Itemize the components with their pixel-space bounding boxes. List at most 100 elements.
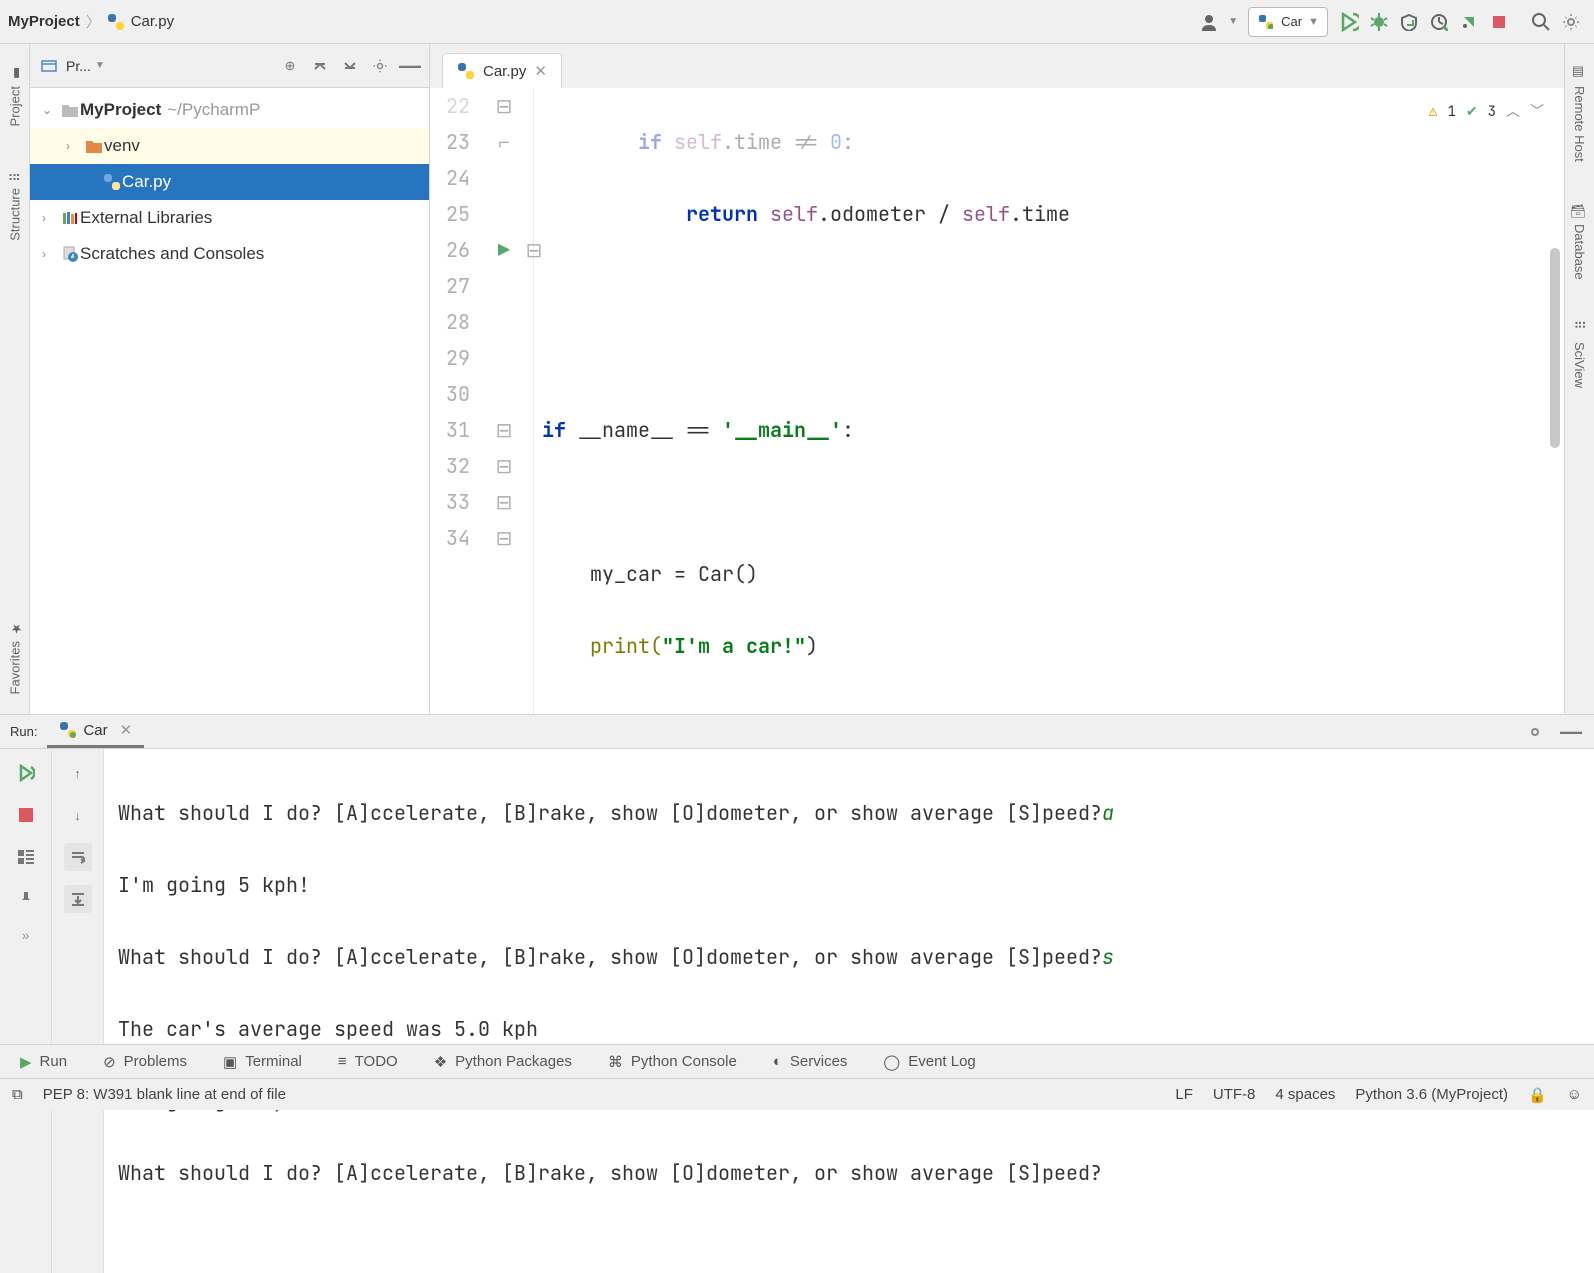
- tree-venv[interactable]: › venv: [30, 128, 429, 164]
- soft-wrap-icon[interactable]: [64, 843, 92, 871]
- fold-icon[interactable]: ⊟: [484, 412, 524, 448]
- chevron-right-icon[interactable]: ›: [42, 247, 60, 261]
- interpreter[interactable]: Python 3.6 (MyProject): [1355, 1086, 1508, 1103]
- chevron-down-icon[interactable]: ⌄: [42, 103, 60, 117]
- tree-file-car[interactable]: Car.py: [30, 164, 429, 200]
- chevron-down-icon[interactable]: ▼: [95, 60, 105, 71]
- python-icon: ⌘: [608, 1053, 623, 1071]
- run-tab-button[interactable]: ▶Run: [20, 1053, 67, 1071]
- gear-icon[interactable]: [1522, 719, 1548, 745]
- hector-icon[interactable]: ☺: [1567, 1086, 1582, 1103]
- tool-windows-icon[interactable]: ⧉: [12, 1086, 23, 1103]
- search-icon[interactable]: [1526, 7, 1556, 37]
- fold-icon[interactable]: ⊟: [484, 520, 524, 556]
- python-packages-tab-button[interactable]: ❖Python Packages: [434, 1053, 572, 1071]
- tree-scratches[interactable]: › Scratches and Consoles: [30, 236, 429, 272]
- warning-count: 1: [1447, 94, 1455, 130]
- debug-button[interactable]: [1364, 7, 1394, 37]
- fold-icon[interactable]: ⊟: [484, 88, 524, 124]
- close-icon[interactable]: ✕: [120, 721, 133, 739]
- breadcrumb[interactable]: MyProject 〉 Car.py: [8, 11, 174, 32]
- chevron-right-icon[interactable]: ›: [66, 139, 84, 153]
- line-number: 32: [430, 448, 470, 484]
- layout-icon[interactable]: [12, 843, 40, 871]
- fold-icon[interactable]: ⊟: [514, 232, 554, 268]
- close-icon[interactable]: ✕: [534, 62, 547, 80]
- tree-external-libraries[interactable]: › External Libraries: [30, 200, 429, 236]
- project-tool-tab[interactable]: Project▮: [7, 64, 23, 126]
- tree-project-root[interactable]: ⌄ MyProject ~/PycharmP: [30, 92, 429, 128]
- expand-all-icon[interactable]: [307, 53, 333, 79]
- code-content[interactable]: if self.time != 0: return self.odometer …: [534, 88, 1564, 714]
- python-file-icon: [107, 13, 125, 31]
- prev-highlight-icon[interactable]: ︿: [1506, 94, 1520, 130]
- locate-icon[interactable]: ⊕: [277, 53, 303, 79]
- sciview-tool-tab[interactable]: ⠿SciView: [1572, 320, 1588, 388]
- problems-tab-button[interactable]: ⊘Problems: [103, 1053, 187, 1071]
- next-highlight-icon[interactable]: ﹀: [1530, 94, 1544, 130]
- settings-icon[interactable]: [1556, 7, 1586, 37]
- play-icon: ▶: [20, 1053, 32, 1071]
- dropdown-arrow-icon[interactable]: ▼: [1224, 7, 1242, 37]
- line-separator[interactable]: LF: [1175, 1086, 1193, 1103]
- structure-tool-tab[interactable]: Structure⠿: [7, 166, 23, 241]
- event-log-tab-button[interactable]: ◯Event Log: [883, 1053, 975, 1071]
- remote-host-tool-tab[interactable]: ▤Remote Host: [1572, 64, 1588, 162]
- favorites-tool-tab[interactable]: Favorites★: [7, 619, 23, 694]
- line-number-gutter[interactable]: 22 23 24 25 26 27 28 29 30 31 32 33 34: [430, 88, 478, 714]
- run-panel-header: Run: Car ✕ —: [0, 715, 1594, 749]
- indent-setting[interactable]: 4 spaces: [1275, 1086, 1335, 1103]
- console-output[interactable]: What should I do? [A]ccelerate, [B]rake,…: [104, 749, 1594, 1273]
- run-tool-window: Run: Car ✕ — » ↑ ↓ What should I do? [A]…: [0, 714, 1594, 1044]
- database-tool-tab[interactable]: 🗃Database: [1572, 202, 1588, 280]
- editor-tab[interactable]: Car.py ✕: [442, 53, 562, 88]
- star-icon: ★: [7, 619, 23, 635]
- collapse-all-icon[interactable]: [337, 53, 363, 79]
- down-arrow-icon[interactable]: ↓: [64, 801, 92, 829]
- coverage-button[interactable]: [1394, 7, 1424, 37]
- folder-icon: ▮: [7, 64, 23, 80]
- pin-icon[interactable]: [12, 885, 40, 913]
- more-icon[interactable]: »: [22, 927, 30, 943]
- run-button[interactable]: [1334, 7, 1364, 37]
- status-message[interactable]: PEP 8: W391 blank line at end of file: [43, 1086, 286, 1103]
- folder-icon: [60, 103, 80, 117]
- inspection-widget[interactable]: ⚠1 ✔3 ︿ ﹀: [1429, 94, 1544, 130]
- line-number: 27: [430, 268, 470, 304]
- services-tab-button[interactable]: ◐Services: [773, 1053, 848, 1070]
- services-icon: ◐: [773, 1053, 782, 1070]
- stop-run-button[interactable]: [12, 801, 40, 829]
- hide-icon[interactable]: —: [397, 53, 423, 79]
- breadcrumb-project[interactable]: MyProject: [8, 13, 80, 30]
- up-arrow-icon[interactable]: ↑: [64, 759, 92, 787]
- terminal-tab-button[interactable]: ▣Terminal: [223, 1053, 302, 1071]
- project-tree[interactable]: ⌄ MyProject ~/PycharmP › venv Car.py › E…: [30, 88, 429, 714]
- gear-icon[interactable]: [367, 53, 393, 79]
- vertical-scrollbar[interactable]: [1550, 248, 1560, 448]
- stop-button[interactable]: [1484, 7, 1514, 37]
- view-mode-icon[interactable]: [36, 53, 62, 79]
- rerun-button[interactable]: [12, 759, 40, 787]
- code-editor[interactable]: 22 23 24 25 26 27 28 29 30 31 32 33 34 ⊟…: [430, 88, 1564, 714]
- fold-end-icon[interactable]: ⌐: [484, 124, 524, 160]
- python-console-tab-button[interactable]: ⌘Python Console: [608, 1053, 737, 1071]
- profile-button[interactable]: [1424, 7, 1454, 37]
- user-icon[interactable]: [1194, 7, 1224, 37]
- file-encoding[interactable]: UTF-8: [1213, 1086, 1256, 1103]
- run-config-selector[interactable]: Car ▼: [1248, 7, 1328, 37]
- hide-icon[interactable]: —: [1558, 719, 1584, 745]
- gutter-icons[interactable]: ⊟ ⌐ ▶ ⊟ ⊟ ⊟ ⊟ ⊟: [478, 88, 534, 714]
- line-number: 25: [430, 196, 470, 232]
- chevron-right-icon[interactable]: ›: [42, 211, 60, 225]
- breadcrumb-file[interactable]: Car.py: [131, 13, 174, 30]
- scroll-end-icon[interactable]: [64, 885, 92, 913]
- fold-icon[interactable]: ⊟: [484, 448, 524, 484]
- project-panel-header: Pr... ▼ ⊕ —: [30, 44, 429, 88]
- project-panel-title[interactable]: Pr...: [66, 58, 91, 74]
- line-number: 26: [430, 232, 470, 268]
- run-tab[interactable]: Car ✕: [47, 715, 144, 748]
- todo-tab-button[interactable]: ≡TODO: [338, 1053, 398, 1070]
- attach-button[interactable]: [1454, 7, 1484, 37]
- lock-icon[interactable]: 🔒: [1528, 1086, 1547, 1104]
- fold-icon[interactable]: ⊟: [484, 484, 524, 520]
